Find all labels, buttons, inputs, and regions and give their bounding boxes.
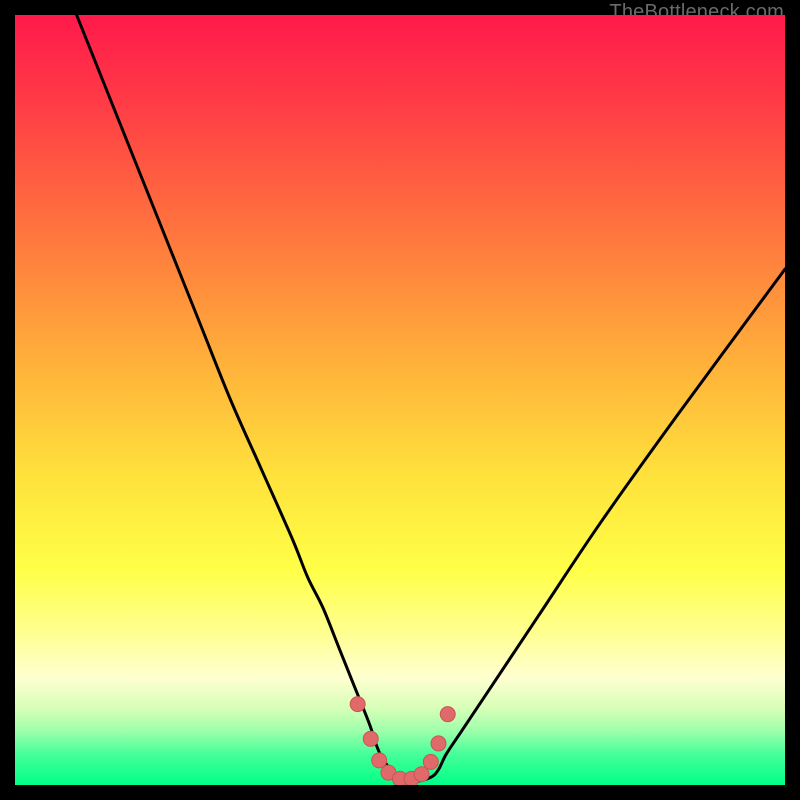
valley-marker bbox=[414, 767, 429, 782]
valley-marker bbox=[363, 731, 378, 746]
valley-marker bbox=[423, 754, 438, 769]
chart-stage: TheBottleneck.com bbox=[0, 0, 800, 800]
valley-marker bbox=[372, 753, 387, 768]
valley-marker bbox=[350, 697, 365, 712]
plot-area bbox=[15, 15, 785, 785]
bottleneck-curve bbox=[77, 15, 785, 781]
valley-marker bbox=[431, 736, 446, 751]
valley-marker bbox=[440, 707, 455, 722]
curve-layer bbox=[15, 15, 785, 785]
valley-markers bbox=[350, 697, 455, 785]
